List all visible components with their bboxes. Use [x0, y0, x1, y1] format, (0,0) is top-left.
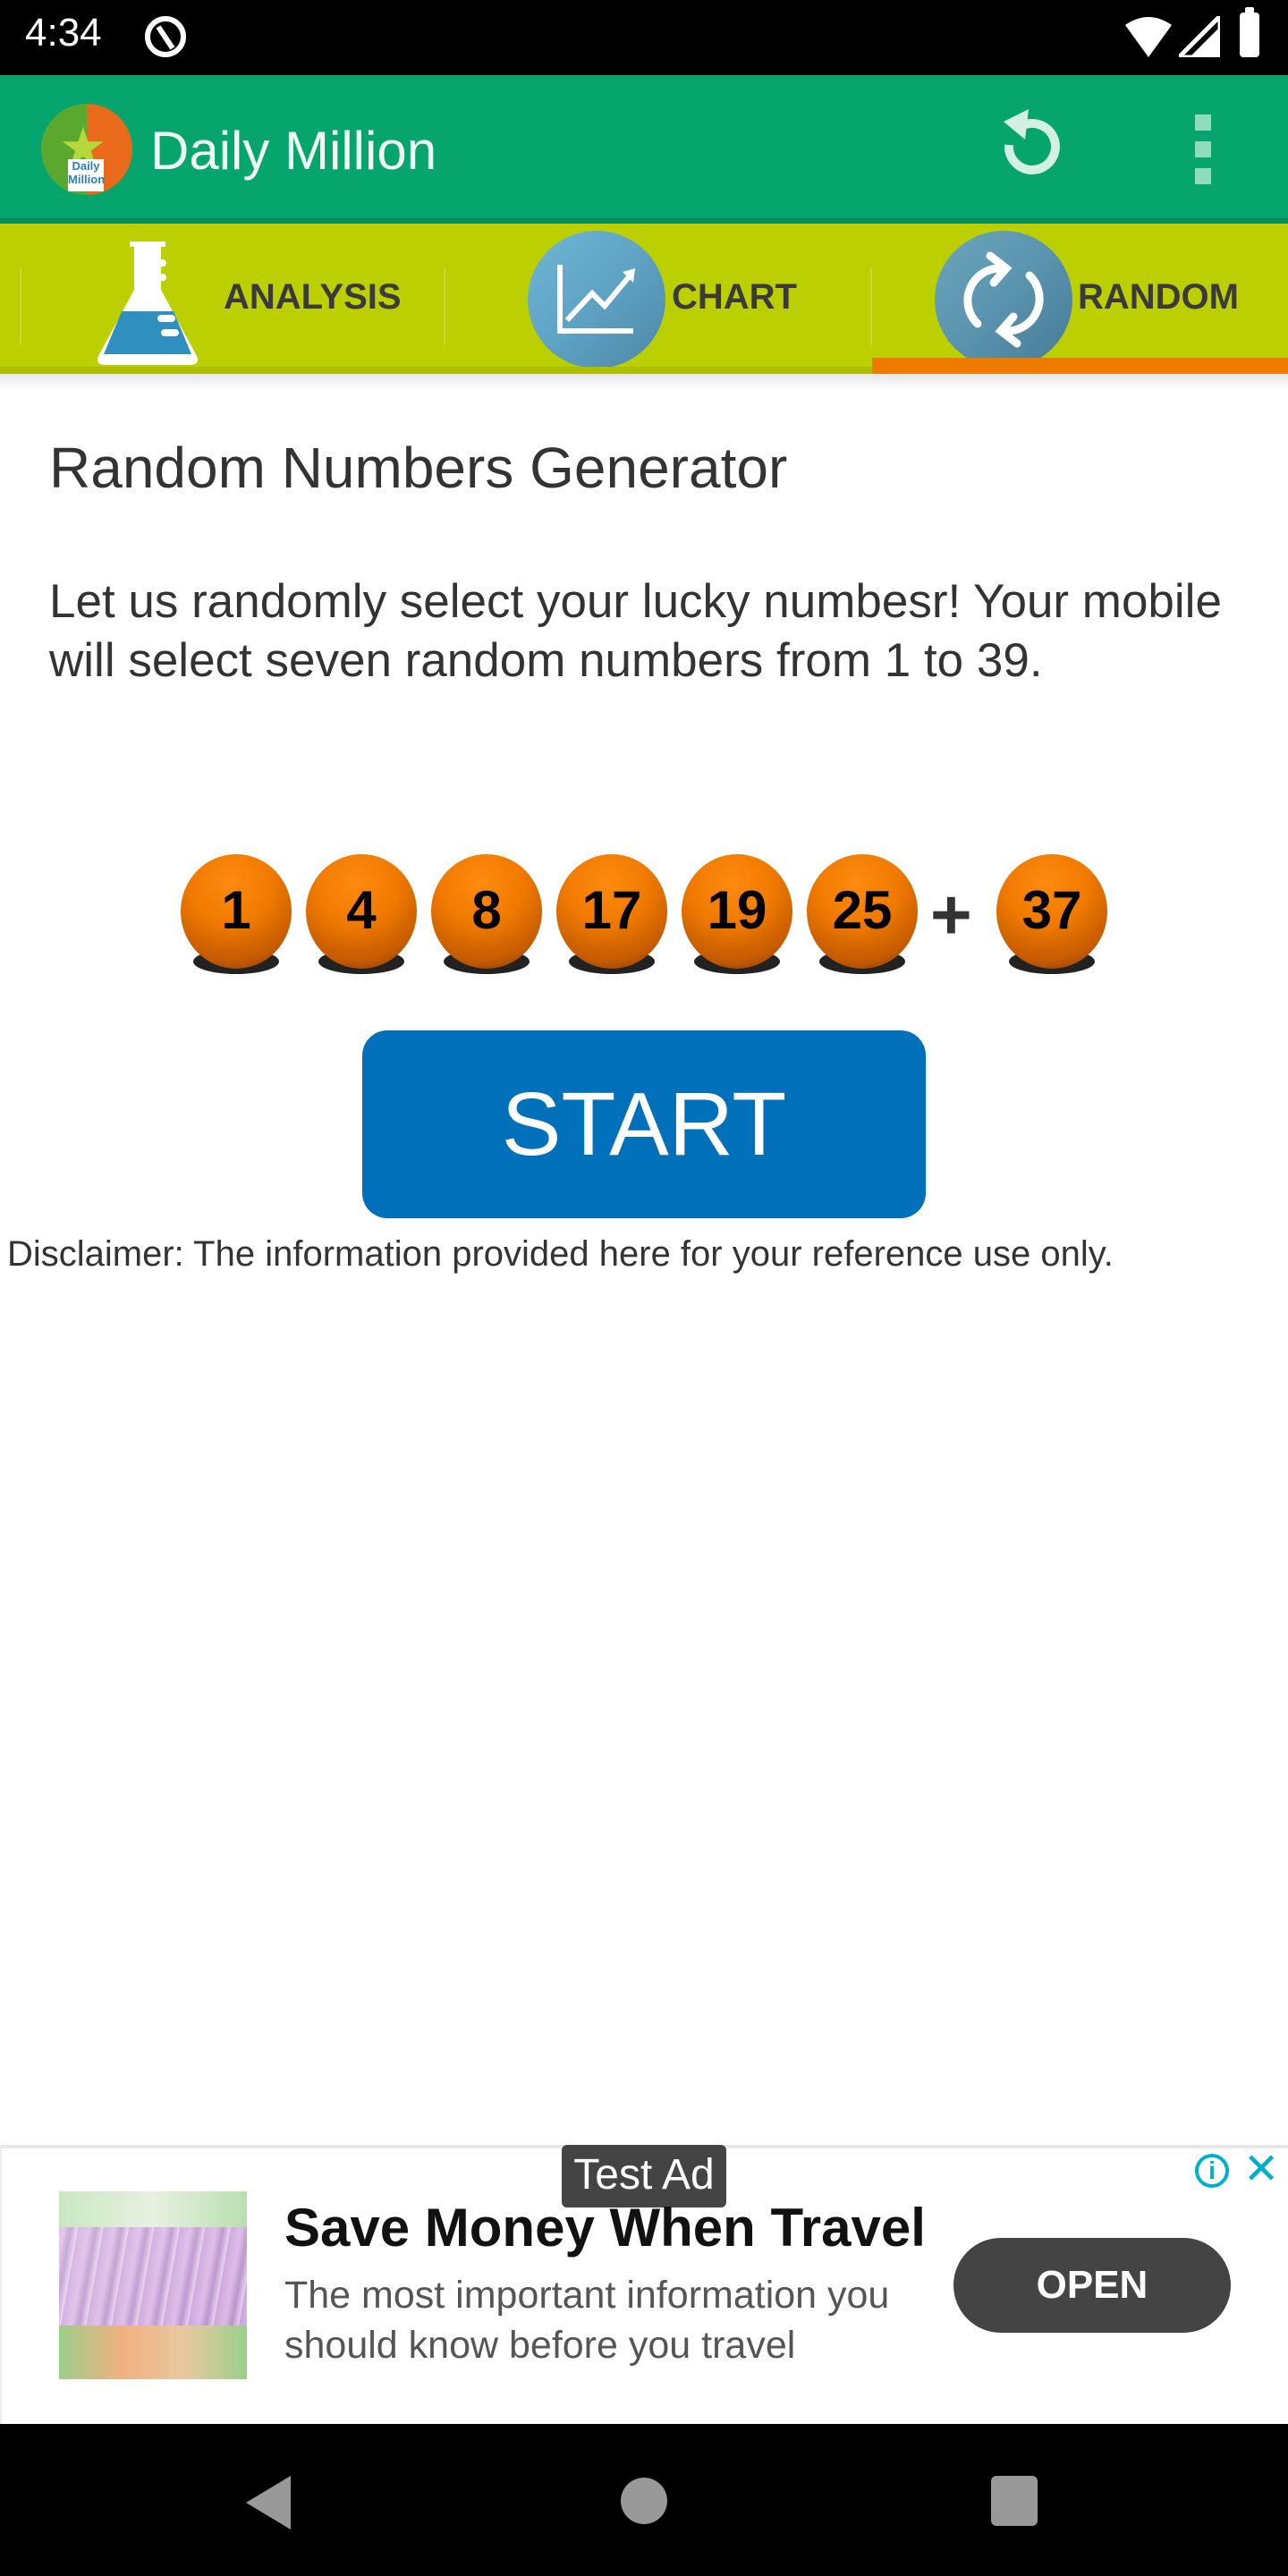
sync-icon — [935, 231, 1072, 369]
app-logo-label: Daily Million — [68, 159, 105, 191]
app-bar: ★ Daily Million Daily Million — [0, 75, 1288, 222]
ball-number: 19 — [707, 880, 767, 940]
lottery-ball: 4 — [304, 854, 419, 975]
disclaimer: Disclaimer: The information provided her… — [7, 1234, 1114, 1274]
start-button[interactable]: START — [362, 1030, 926, 1218]
tab-bar-shadow — [0, 374, 1288, 390]
wifi-icon — [1125, 17, 1172, 57]
bonus-ball-number: 37 — [1021, 880, 1082, 940]
signal-icon — [1179, 16, 1220, 57]
tab-bar: ANALYSIS CHART RANDOM — [0, 224, 1288, 374]
lottery-balls-row: 1 4 8 17 19 25 + 37 — [179, 854, 1109, 975]
lottery-ball: 8 — [429, 854, 544, 975]
description: Let us randomly select your lucky numbes… — [49, 575, 1222, 687]
ad-image-banknotes-bottom — [59, 2326, 247, 2379]
overflow-menu-icon[interactable] — [1186, 111, 1222, 191]
status-bar — [0, 0, 1288, 75]
ball-number: 17 — [581, 880, 642, 940]
ball-number: 8 — [471, 880, 502, 940]
app-title: Daily Million — [150, 121, 437, 181]
refresh-icon[interactable] — [984, 102, 1073, 191]
line-chart-icon — [528, 231, 665, 369]
tab-random-label: RANDOM — [1078, 277, 1239, 317]
battery-icon — [1240, 7, 1259, 57]
tab-analysis-label: ANALYSIS — [224, 277, 402, 317]
lottery-ball: 25 — [805, 854, 919, 975]
flask-icon — [97, 242, 198, 365]
app-logo: ★ Daily Million — [41, 104, 132, 195]
ad-info-icon[interactable]: i — [1195, 2154, 1229, 2188]
at-sign-icon — [145, 16, 186, 57]
ad-open-button[interactable]: OPEN — [953, 2238, 1231, 2333]
ball-number: 4 — [346, 880, 377, 940]
tab-random[interactable]: RANDOM — [872, 224, 1288, 374]
home-icon[interactable] — [621, 2478, 667, 2524]
lottery-ball: 19 — [680, 854, 794, 975]
page-title: Random Numbers Generator — [49, 436, 788, 500]
ad-headline[interactable]: Save Money When Travel — [284, 2197, 926, 2258]
lottery-ball: 17 — [555, 854, 669, 975]
ad-body: The most important information you shoul… — [284, 2274, 890, 2367]
recents-icon[interactable] — [991, 2476, 1038, 2526]
status-time: 4:34 — [25, 11, 102, 55]
ball-number: 1 — [221, 880, 251, 940]
ad-close-icon[interactable]: ✕ — [1243, 2147, 1279, 2193]
bonus-ball: 37 — [995, 854, 1109, 975]
back-icon[interactable] — [246, 2476, 291, 2529]
tab-indicator — [872, 358, 1288, 374]
lottery-ball: 1 — [179, 854, 293, 975]
plus-sign: + — [930, 875, 972, 954]
ad-image-banknotes-top — [59, 2191, 247, 2227]
tab-chart-label: CHART — [672, 277, 797, 317]
tab-analysis[interactable]: ANALYSIS — [0, 224, 429, 374]
ball-number: 25 — [832, 880, 893, 940]
tab-chart[interactable]: CHART — [444, 224, 873, 374]
